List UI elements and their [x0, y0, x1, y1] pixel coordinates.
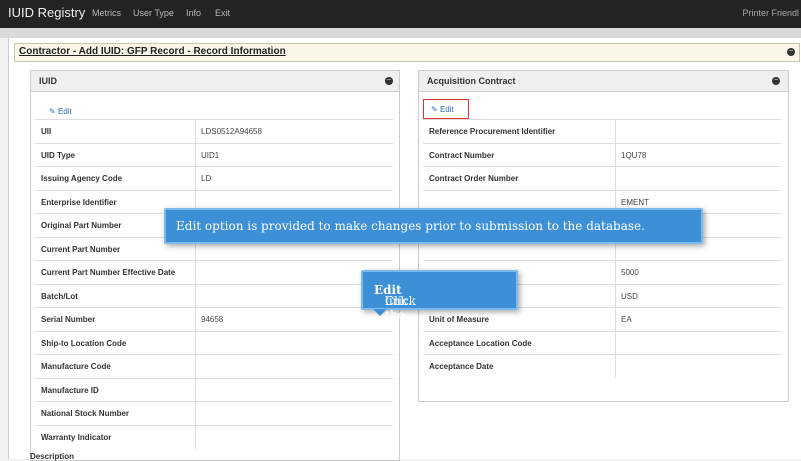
- cell-divider: [615, 261, 616, 284]
- collapse-icon[interactable]: −: [385, 77, 393, 85]
- row-value: 1QU78: [621, 150, 647, 160]
- app-title[interactable]: IUID Registry: [8, 5, 85, 20]
- cell-divider: [615, 143, 616, 167]
- row-label: National Stock Number: [41, 409, 130, 418]
- printer-friendly-link[interactable]: Printer Friendl: [742, 8, 799, 18]
- cell-divider: [195, 331, 196, 355]
- table-row: Unit of Measure EA: [423, 307, 781, 331]
- table-row: National Stock Number: [35, 401, 393, 425]
- iuid-card-title: IUID: [39, 76, 57, 86]
- acquisition-card-title: Acquisition Contract: [427, 76, 516, 86]
- table-row: UII LDS0512A94658: [35, 119, 393, 143]
- cell-divider: [195, 120, 196, 143]
- iuid-edit-link[interactable]: ✎ Edit: [49, 107, 72, 116]
- info-tooltip: Edit option is provided to make changes …: [164, 208, 703, 244]
- table-row: Acceptance Date: [423, 354, 781, 378]
- table-row: Serial Number 94658: [35, 307, 393, 331]
- table-row: Ship-to Location Code: [35, 330, 393, 355]
- table-row: Manufacture Code: [35, 354, 393, 378]
- table-row: Contract Order Number: [423, 166, 781, 190]
- row-value: USD: [621, 291, 638, 301]
- top-navbar: IUID Registry Metrics User Type Info Exi…: [0, 0, 801, 28]
- row-label: UID Type: [41, 150, 76, 160]
- row-label: Enterprise Identifier: [41, 197, 117, 207]
- table-row: Batch/Lot: [35, 283, 393, 308]
- table-row: Manufacture ID: [35, 377, 393, 402]
- nav-info[interactable]: Info: [186, 8, 201, 18]
- cell-divider: [195, 308, 196, 331]
- cell-divider: [195, 402, 196, 425]
- row-value: UID1: [201, 150, 220, 160]
- cell-divider: [615, 120, 616, 143]
- cell-divider: [195, 143, 196, 167]
- edit-label: Edit: [439, 105, 454, 114]
- table-row: Warranty Indicator: [35, 424, 393, 449]
- row-label: Warranty Indicator: [41, 432, 112, 442]
- row-value: LD: [201, 174, 212, 183]
- row-label: Contract Order Number: [429, 174, 519, 183]
- panel-title: Contractor - Add IUID: GFP Record - Reco…: [19, 46, 286, 57]
- row-label: Manufacture ID: [41, 385, 99, 395]
- row-label: Reference Procurement Identifier: [429, 127, 556, 136]
- row-value: EA: [621, 315, 632, 324]
- row-label: Acceptance Date: [429, 362, 494, 371]
- table-row: Current Part Number Effective Date: [35, 260, 393, 284]
- acquisition-card-header: Acquisition Contract −: [419, 71, 788, 92]
- cell-divider: [195, 425, 196, 449]
- row-label: Unit of Measure: [429, 315, 490, 324]
- tooltip-text: Edit option is provided to make changes …: [176, 219, 645, 233]
- iuid-card: IUID − ✎ Edit UII LDS0512A94658 UID Type UI…: [30, 70, 400, 461]
- row-label: Issuing Agency Code: [41, 174, 123, 183]
- cell-divider: [615, 308, 616, 331]
- row-value: LDS0512A94658: [201, 127, 262, 136]
- description-label: Description: [30, 452, 75, 461]
- row-value: 5000: [621, 268, 639, 277]
- row-label: Batch/Lot: [41, 291, 78, 301]
- row-label: Current Part Number: [41, 244, 121, 254]
- toolbar-band: [0, 28, 801, 38]
- tooltip-arrow: [373, 309, 387, 316]
- row-label: Current Part Number Effective Date: [41, 268, 176, 277]
- cell-divider: [195, 378, 196, 402]
- cell-divider: [195, 284, 196, 308]
- table-row: Contract Number 1QU78: [423, 142, 781, 167]
- row-label: Original Part Number: [41, 221, 122, 230]
- row-label: Contract Number: [429, 150, 495, 160]
- row-label: Ship-to Location Code: [41, 338, 127, 348]
- row-value: EMENT: [621, 197, 649, 207]
- instruction-tooltip: Click the Edit link.: [361, 270, 518, 322]
- cell-divider: [615, 331, 616, 355]
- row-label: UII: [41, 127, 52, 136]
- table-row: Acceptance Location Code: [423, 330, 781, 355]
- cell-divider: [195, 355, 196, 378]
- cell-divider: [615, 167, 616, 190]
- nav-user-type[interactable]: User Type: [133, 8, 174, 18]
- instruction-text: Click the Edit link.: [374, 283, 416, 322]
- cell-divider: [615, 355, 616, 378]
- table-row: Reference Procurement Identifier: [423, 119, 781, 143]
- record-panel-header: Contractor - Add IUID: GFP Record - Reco…: [14, 43, 800, 62]
- collapse-icon[interactable]: −: [787, 48, 795, 56]
- acquisition-edit-link[interactable]: ✎ Edit: [431, 105, 454, 114]
- cell-divider: [195, 167, 196, 190]
- row-value: 94658: [201, 315, 224, 324]
- row-label: Serial Number: [41, 315, 96, 324]
- iuid-card-header: IUID −: [31, 71, 399, 92]
- nav-metrics[interactable]: Metrics: [92, 8, 121, 18]
- nav-exit[interactable]: Exit: [215, 8, 230, 18]
- row-label: Manufacture Code: [41, 362, 111, 371]
- row-label: Acceptance Location Code: [429, 338, 532, 348]
- cell-divider: [615, 284, 616, 308]
- cell-divider: [195, 261, 196, 284]
- table-row: Issuing Agency Code LD: [35, 166, 393, 190]
- edit-label: Edit: [57, 107, 72, 116]
- collapse-icon[interactable]: −: [772, 77, 780, 85]
- table-row: UID Type UID1: [35, 142, 393, 167]
